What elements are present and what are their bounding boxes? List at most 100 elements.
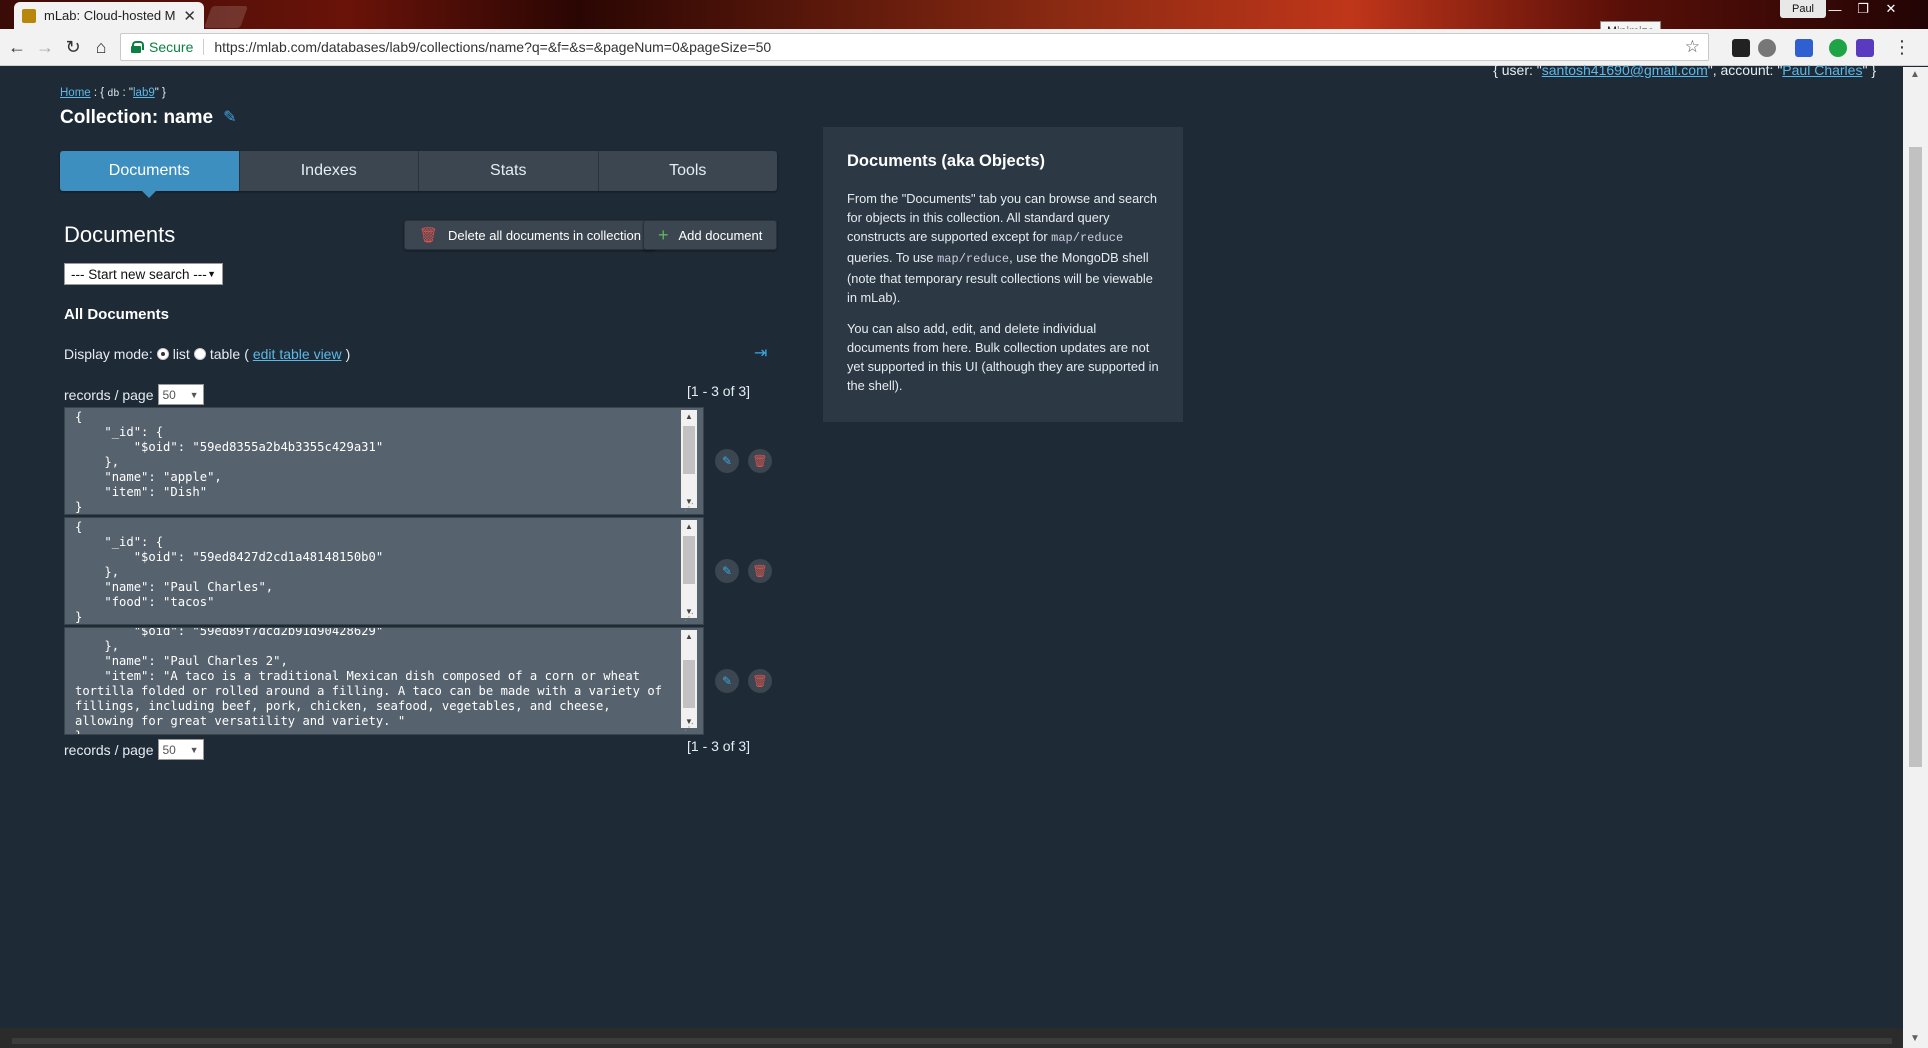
plus-icon: + [658,225,669,245]
browser-tab-title: mLab: Cloud-hosted Mo [44,8,176,23]
document-item[interactable]: { "_id": { "$oid": "59ed8427d2cd1a481481… [64,517,704,625]
page-size-value: 50 [162,742,176,757]
breadcrumb-db-link[interactable]: lab9 [133,87,155,99]
edit-table-view-link[interactable]: edit table view [253,346,342,362]
document-json: { "_id": { "$oid": "59ed8427d2cd1a481481… [75,520,384,624]
document-item[interactable]: { "_id": { "$oid": "59ed8355a2b4b3355c42… [64,407,704,515]
browser-toolbar: ← → ↻ ⌂ Secure https://mlab.com/database… [0,29,1928,66]
trash-icon: 🗑 [419,227,439,244]
scroll-up-icon[interactable]: ▲ [685,632,693,641]
tab-tools[interactable]: Tools [599,151,778,191]
search-select[interactable]: --- Start new search --- ▼ [64,263,223,285]
edit-document-button[interactable]: ✎ [715,449,739,473]
profile-button[interactable]: Paul [1780,0,1826,18]
info-code: map/reduce [1051,231,1124,245]
add-document-button[interactable]: + Add document [643,220,778,250]
edit-document-button[interactable]: ✎ [715,559,739,583]
scroll-up-icon[interactable]: ▲ [685,522,693,531]
edit-document-button[interactable]: ✎ [715,669,739,693]
bookmark-star-icon[interactable]: ☆ [1685,37,1700,57]
account-mid: ", account: " [1707,62,1783,78]
add-document-label: Add document [678,227,763,243]
display-mode-table-radio[interactable] [193,348,206,360]
resize-grip-icon[interactable]: ⋰ [684,503,696,513]
info-text: queries. To use [847,250,938,265]
user-email-link[interactable]: santosh41690@gmail.com [1542,62,1708,78]
resize-grip-icon[interactable]: ⋰ [684,613,696,623]
forward-arrow-icon[interactable]: → [33,35,57,59]
mlab-favicon-icon [22,8,36,23]
extension-green-icon[interactable] [1829,39,1847,57]
page-scrollbar-thumb[interactable] [1909,147,1922,767]
user-prefix: { user: " [1493,62,1542,78]
display-mode-list-radio[interactable] [156,348,169,360]
page-size-select-bottom[interactable]: 50 ▼ [157,739,204,760]
document-scrollbar-thumb[interactable] [683,660,695,708]
document-item[interactable]: "$oid": "59ed89f7dcd2b91d90428629" }, "n… [64,627,704,735]
export-icon[interactable]: ⇥ [754,343,772,362]
document-scrollbar-thumb[interactable] [683,426,695,474]
info-paragraph-1: From the "Documents" tab you can browse … [847,189,1159,307]
record-range-bottom: [1 - 3 of 3] [687,738,751,754]
breadcrumb: Home : { db : "lab9" } [60,87,166,100]
display-mode-table-label: table [209,346,241,362]
breadcrumb-home-link[interactable]: Home [60,87,91,99]
display-mode-label: Display mode: [64,346,153,362]
close-window-icon[interactable]: ✕ [1877,0,1905,18]
new-tab-button[interactable] [203,6,249,28]
records-per-page-label: records / page [64,741,154,758]
document-scrollbar-thumb[interactable] [683,536,695,584]
collection-title: Collection: name [60,107,214,128]
browser-menu-icon[interactable]: ⋮ [1890,35,1914,59]
delete-all-label: Delete all documents in collection [448,227,641,243]
breadcrumb-db-key: db [107,89,120,100]
breadcrumb-db-sep: : " [119,87,133,99]
info-panel: Documents (aka Objects) From the "Docume… [823,127,1183,422]
tab-indexes[interactable]: Indexes [240,151,419,191]
scroll-up-icon[interactable]: ▲ [1910,69,1920,80]
collection-tabs: Documents Indexes Stats Tools [60,151,778,198]
chevron-down-icon: ▼ [207,269,216,279]
extension-1-icon[interactable] [1732,39,1750,57]
browser-tab-active[interactable]: mLab: Cloud-hosted Mo ✕ [14,2,204,29]
document-scrollbar[interactable]: ▲ ▼ [681,520,697,618]
extension-2-icon[interactable] [1758,39,1776,57]
records-per-page-bottom: records / page 50 ▼ [64,739,204,760]
tab-close-icon[interactable]: ✕ [183,7,196,25]
info-paragraph-2: You can also add, edit, and delete indiv… [847,321,1159,393]
minimize-icon[interactable]: — [1821,0,1849,18]
scroll-up-icon[interactable]: ▲ [685,412,693,421]
documents-heading: Documents [64,222,176,247]
url-text: https://mlab.com/databases/lab9/collecti… [214,39,772,55]
display-mode-list-label: list [172,346,190,362]
delete-all-documents-button[interactable]: 🗑 Delete all documents in collection [404,220,656,250]
search-select-value: --- Start new search --- [71,266,207,282]
extension-z-icon[interactable] [1795,39,1813,57]
tab-documents[interactable]: Documents [60,151,240,198]
restore-icon[interactable]: ❐ [1849,0,1877,18]
page-scrollbar[interactable]: ▲ ▼ [1903,67,1928,1048]
account-name-link[interactable]: Paul Charles [1782,62,1862,78]
resize-grip-icon[interactable]: ⋰ [684,723,696,733]
horizontal-scrollbar-thumb[interactable] [12,1038,1892,1044]
account-suffix: " } [1862,62,1876,78]
delete-document-button[interactable]: 🗑 [748,449,772,473]
tab-stats[interactable]: Stats [419,151,599,191]
document-scrollbar[interactable]: ▲ ▼ [681,410,697,508]
info-title: Documents (aka Objects) [847,152,1046,170]
horizontal-scrollbar[interactable] [0,1028,1903,1048]
document-json: "$oid": "59ed89f7dcd2b91d90428629" }, "n… [75,627,662,734]
rename-collection-icon[interactable]: ✎ [223,110,239,126]
address-bar[interactable]: Secure https://mlab.com/databases/lab9/c… [120,33,1709,61]
delete-document-button[interactable]: 🗑 [748,559,772,583]
page-size-select-top[interactable]: 50 ▼ [157,384,204,405]
chevron-down-icon: ▼ [189,389,199,400]
info-code: map/reduce [937,252,1010,266]
scroll-down-icon[interactable]: ▼ [1910,1033,1920,1044]
delete-document-button[interactable]: 🗑 [748,669,772,693]
reload-icon[interactable]: ↻ [61,35,85,59]
back-arrow-icon[interactable]: ← [5,35,29,59]
document-scrollbar[interactable]: ▲ ▼ [681,630,697,728]
extension-4-icon[interactable] [1856,39,1874,57]
home-icon[interactable]: ⌂ [89,35,113,59]
